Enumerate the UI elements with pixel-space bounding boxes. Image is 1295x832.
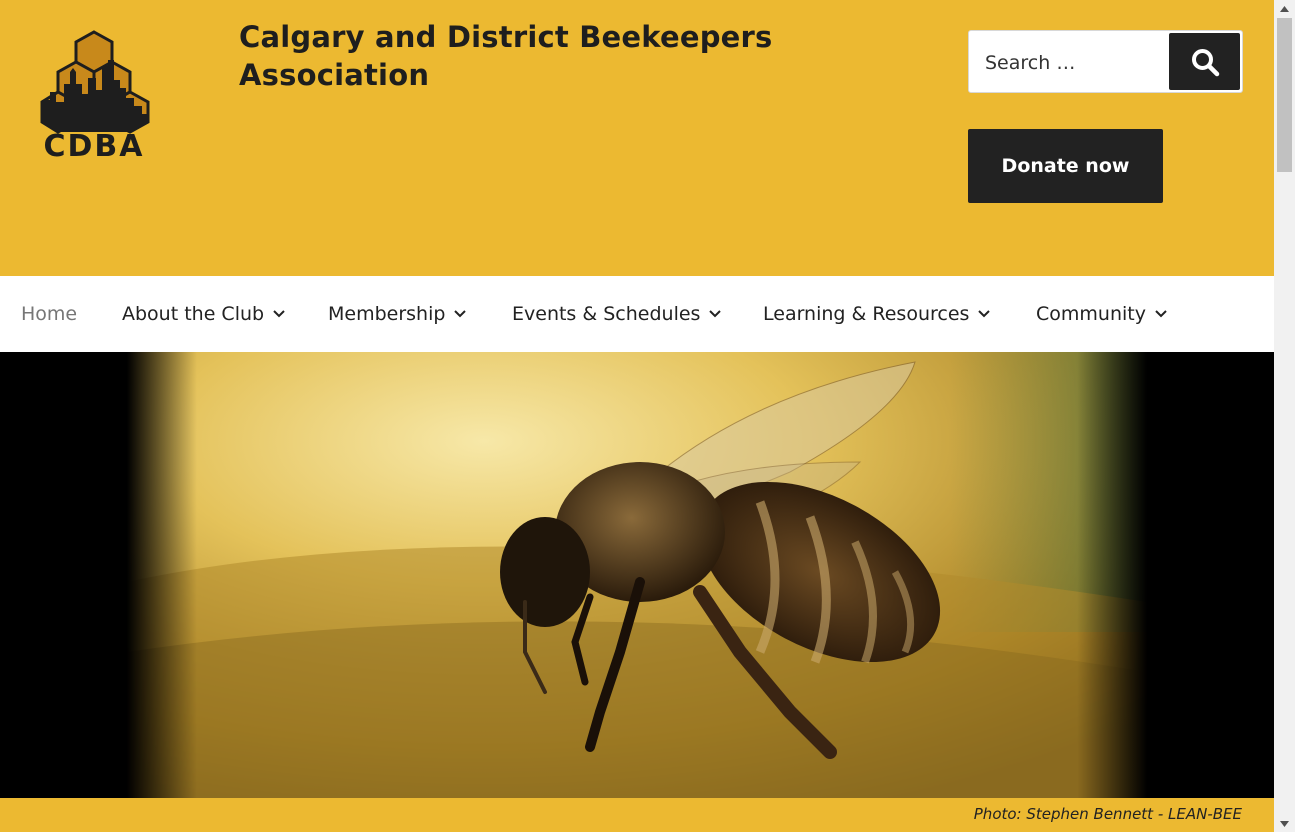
photo-caption: Photo: Stephen Bennett - LEAN-BEE bbox=[973, 805, 1242, 823]
scrollbar-thumb[interactable] bbox=[1277, 18, 1292, 172]
nav-item-home[interactable]: Home bbox=[21, 276, 77, 352]
site-title[interactable]: Calgary and District Beekeepers Associat… bbox=[239, 18, 839, 94]
scroll-down-arrow-icon[interactable] bbox=[1274, 815, 1295, 832]
chevron-down-icon bbox=[454, 310, 467, 318]
chevron-down-icon bbox=[1155, 310, 1167, 318]
scroll-up-arrow-icon[interactable] bbox=[1274, 0, 1295, 17]
search-input[interactable] bbox=[983, 45, 1167, 81]
bee-photo bbox=[0, 352, 1274, 798]
search-button[interactable] bbox=[1169, 33, 1240, 90]
nav-item-learning-resources[interactable]: Learning & Resources bbox=[763, 276, 991, 352]
chevron-down-icon bbox=[273, 310, 285, 318]
nav-item-label: Events & Schedules bbox=[512, 303, 701, 325]
nav-item-membership[interactable]: Membership bbox=[328, 276, 467, 352]
nav-item-label: Home bbox=[21, 303, 78, 325]
donate-button[interactable]: Donate now bbox=[968, 129, 1163, 203]
photo-caption-bar: Photo: Stephen Bennett - LEAN-BEE bbox=[0, 798, 1274, 832]
nav-item-label: Membership bbox=[328, 303, 446, 325]
nav-item-label: Learning & Resources bbox=[763, 303, 970, 325]
hero-image bbox=[0, 352, 1274, 798]
nav-item-label: Community bbox=[1036, 303, 1146, 325]
svg-text:CDBA: CDBA bbox=[43, 129, 144, 164]
search-form bbox=[968, 30, 1243, 93]
site-header: CDBA Calgary and District Beekeepers Ass… bbox=[0, 0, 1274, 276]
nav-item-about-the-club[interactable]: About the Club bbox=[122, 276, 285, 352]
vertical-scrollbar[interactable] bbox=[1274, 0, 1295, 832]
nav-item-label: About the Club bbox=[122, 303, 265, 325]
cdba-logo[interactable]: CDBA bbox=[30, 22, 158, 172]
main-navigation: Home About the Club Membership Events & … bbox=[0, 276, 1274, 352]
nav-item-community[interactable]: Community bbox=[1036, 276, 1167, 352]
nav-item-events-schedules[interactable]: Events & Schedules bbox=[512, 276, 722, 352]
chevron-down-icon bbox=[709, 310, 722, 318]
search-icon bbox=[1191, 48, 1219, 76]
chevron-down-icon bbox=[978, 310, 991, 318]
